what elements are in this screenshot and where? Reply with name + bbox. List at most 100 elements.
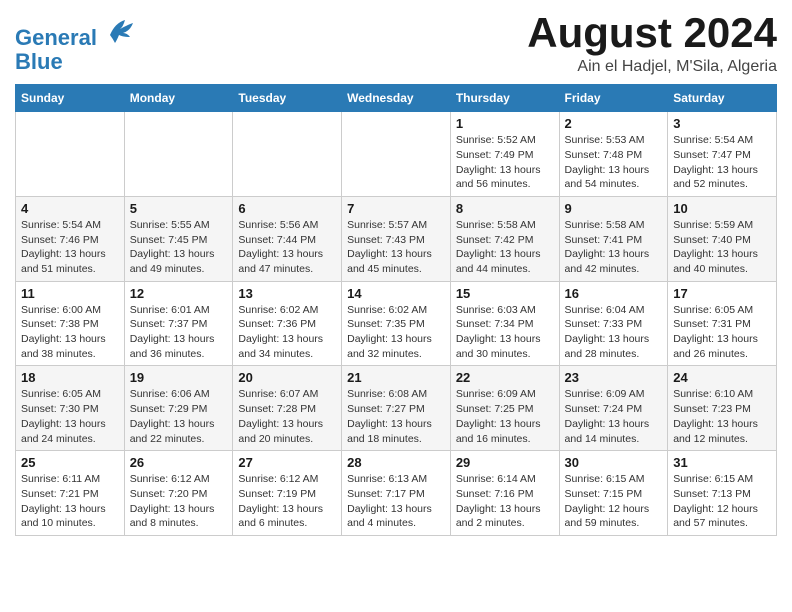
- calendar-cell: [342, 112, 451, 197]
- calendar-cell: 3 Sunrise: 5:54 AM Sunset: 7:47 PM Daylig…: [668, 112, 777, 197]
- day-number: 18: [21, 370, 119, 385]
- weekday-header-thursday: Thursday: [450, 85, 559, 112]
- weekday-header-sunday: Sunday: [16, 85, 125, 112]
- day-info: Sunrise: 5:55 AM Sunset: 7:45 PM Dayligh…: [130, 218, 228, 277]
- day-info: Sunrise: 5:54 AM Sunset: 7:47 PM Dayligh…: [673, 133, 771, 192]
- calendar-cell: 9 Sunrise: 5:58 AM Sunset: 7:41 PM Daylig…: [559, 196, 668, 281]
- day-number: 2: [565, 116, 663, 131]
- week-row-2: 4 Sunrise: 5:54 AM Sunset: 7:46 PM Daylig…: [16, 196, 777, 281]
- day-info: Sunrise: 6:12 AM Sunset: 7:20 PM Dayligh…: [130, 472, 228, 531]
- day-info: Sunrise: 5:58 AM Sunset: 7:42 PM Dayligh…: [456, 218, 554, 277]
- day-info: Sunrise: 6:09 AM Sunset: 7:25 PM Dayligh…: [456, 387, 554, 446]
- day-number: 7: [347, 201, 445, 216]
- day-number: 20: [238, 370, 336, 385]
- day-number: 21: [347, 370, 445, 385]
- day-info: Sunrise: 6:10 AM Sunset: 7:23 PM Dayligh…: [673, 387, 771, 446]
- logo-blue: Blue: [15, 49, 63, 74]
- day-info: Sunrise: 6:14 AM Sunset: 7:16 PM Dayligh…: [456, 472, 554, 531]
- calendar-cell: 12 Sunrise: 6:01 AM Sunset: 7:37 PM Dayli…: [124, 281, 233, 366]
- day-info: Sunrise: 6:02 AM Sunset: 7:35 PM Dayligh…: [347, 303, 445, 362]
- calendar-cell: 5Sunrise: 5:55 AM Sunset: 7:45 PM Daylig…: [124, 196, 233, 281]
- day-number: 4: [21, 201, 119, 216]
- logo: General Blue: [15, 15, 135, 74]
- calendar-cell: 2 Sunrise: 5:53 AM Sunset: 7:48 PM Daylig…: [559, 112, 668, 197]
- day-number: 24: [673, 370, 771, 385]
- day-number: 9: [565, 201, 663, 216]
- calendar-cell: 17 Sunrise: 6:05 AM Sunset: 7:31 PM Dayli…: [668, 281, 777, 366]
- day-number: 26: [130, 455, 228, 470]
- month-title: August 2024: [527, 10, 777, 56]
- day-number: 3: [673, 116, 771, 131]
- day-number: 23: [565, 370, 663, 385]
- day-info: Sunrise: 6:00 AM Sunset: 7:38 PM Dayligh…: [21, 303, 119, 362]
- day-number: 10: [673, 201, 771, 216]
- day-info: Sunrise: 6:05 AM Sunset: 7:31 PM Dayligh…: [673, 303, 771, 362]
- day-info: Sunrise: 6:09 AM Sunset: 7:24 PM Dayligh…: [565, 387, 663, 446]
- day-number: 14: [347, 286, 445, 301]
- day-number: 29: [456, 455, 554, 470]
- logo-bird-icon: [105, 15, 135, 45]
- calendar-table: SundayMondayTuesdayWednesdayThursdayFrid…: [15, 84, 777, 536]
- day-number: 28: [347, 455, 445, 470]
- day-number: 8: [456, 201, 554, 216]
- day-info: Sunrise: 6:13 AM Sunset: 7:17 PM Dayligh…: [347, 472, 445, 531]
- calendar-cell: 20Sunrise: 6:07 AM Sunset: 7:28 PM Dayli…: [233, 366, 342, 451]
- week-row-5: 25 Sunrise: 6:11 AM Sunset: 7:21 PM Dayli…: [16, 451, 777, 536]
- day-number: 31: [673, 455, 771, 470]
- calendar-cell: [16, 112, 125, 197]
- calendar-cell: [233, 112, 342, 197]
- calendar-cell: 6Sunrise: 5:56 AM Sunset: 7:44 PM Daylig…: [233, 196, 342, 281]
- day-info: Sunrise: 6:02 AM Sunset: 7:36 PM Dayligh…: [238, 303, 336, 362]
- calendar-cell: 22 Sunrise: 6:09 AM Sunset: 7:25 PM Dayli…: [450, 366, 559, 451]
- day-number: 17: [673, 286, 771, 301]
- calendar-cell: 11 Sunrise: 6:00 AM Sunset: 7:38 PM Dayli…: [16, 281, 125, 366]
- day-info: Sunrise: 6:12 AM Sunset: 7:19 PM Dayligh…: [238, 472, 336, 531]
- day-number: 16: [565, 286, 663, 301]
- calendar-cell: 18Sunrise: 6:05 AM Sunset: 7:30 PM Dayli…: [16, 366, 125, 451]
- calendar-cell: 4 Sunrise: 5:54 AM Sunset: 7:46 PM Daylig…: [16, 196, 125, 281]
- weekday-header-monday: Monday: [124, 85, 233, 112]
- day-info: Sunrise: 6:15 AM Sunset: 7:13 PM Dayligh…: [673, 472, 771, 531]
- logo-general: General: [15, 25, 97, 50]
- calendar-cell: 21Sunrise: 6:08 AM Sunset: 7:27 PM Dayli…: [342, 366, 451, 451]
- location: Ain el Hadjel, M'Sila, Algeria: [527, 58, 777, 76]
- calendar-cell: [124, 112, 233, 197]
- calendar-cell: 19 Sunrise: 6:06 AM Sunset: 7:29 PM Dayli…: [124, 366, 233, 451]
- day-number: 11: [21, 286, 119, 301]
- day-number: 22: [456, 370, 554, 385]
- day-info: Sunrise: 6:15 AM Sunset: 7:15 PM Dayligh…: [565, 472, 663, 531]
- day-info: Sunrise: 5:59 AM Sunset: 7:40 PM Dayligh…: [673, 218, 771, 277]
- day-number: 27: [238, 455, 336, 470]
- calendar-cell: 25 Sunrise: 6:11 AM Sunset: 7:21 PM Dayli…: [16, 451, 125, 536]
- calendar-cell: 23 Sunrise: 6:09 AM Sunset: 7:24 PM Dayli…: [559, 366, 668, 451]
- day-info: Sunrise: 6:06 AM Sunset: 7:29 PM Dayligh…: [130, 387, 228, 446]
- weekday-header-friday: Friday: [559, 85, 668, 112]
- week-row-1: 1Sunrise: 5:52 AM Sunset: 7:49 PM Daylig…: [16, 112, 777, 197]
- title-section: August 2024 Ain el Hadjel, M'Sila, Alger…: [527, 10, 777, 76]
- week-row-4: 18Sunrise: 6:05 AM Sunset: 7:30 PM Dayli…: [16, 366, 777, 451]
- day-info: Sunrise: 6:03 AM Sunset: 7:34 PM Dayligh…: [456, 303, 554, 362]
- day-info: Sunrise: 6:11 AM Sunset: 7:21 PM Dayligh…: [21, 472, 119, 531]
- day-info: Sunrise: 6:01 AM Sunset: 7:37 PM Dayligh…: [130, 303, 228, 362]
- day-info: Sunrise: 6:04 AM Sunset: 7:33 PM Dayligh…: [565, 303, 663, 362]
- calendar-cell: 26 Sunrise: 6:12 AM Sunset: 7:20 PM Dayli…: [124, 451, 233, 536]
- calendar-cell: 24 Sunrise: 6:10 AM Sunset: 7:23 PM Dayli…: [668, 366, 777, 451]
- page-header: General Blue August 2024 Ain el Hadjel, …: [15, 10, 777, 76]
- day-number: 13: [238, 286, 336, 301]
- day-info: Sunrise: 5:58 AM Sunset: 7:41 PM Dayligh…: [565, 218, 663, 277]
- calendar-cell: 13 Sunrise: 6:02 AM Sunset: 7:36 PM Dayli…: [233, 281, 342, 366]
- calendar-cell: 7 Sunrise: 5:57 AM Sunset: 7:43 PM Daylig…: [342, 196, 451, 281]
- day-number: 12: [130, 286, 228, 301]
- weekday-header-row: SundayMondayTuesdayWednesdayThursdayFrid…: [16, 85, 777, 112]
- calendar-cell: 29 Sunrise: 6:14 AM Sunset: 7:16 PM Dayli…: [450, 451, 559, 536]
- day-info: Sunrise: 5:53 AM Sunset: 7:48 PM Dayligh…: [565, 133, 663, 192]
- day-info: Sunrise: 5:57 AM Sunset: 7:43 PM Dayligh…: [347, 218, 445, 277]
- day-number: 1: [456, 116, 554, 131]
- week-row-3: 11 Sunrise: 6:00 AM Sunset: 7:38 PM Dayli…: [16, 281, 777, 366]
- day-number: 30: [565, 455, 663, 470]
- day-info: Sunrise: 5:54 AM Sunset: 7:46 PM Dayligh…: [21, 218, 119, 277]
- day-number: 19: [130, 370, 228, 385]
- day-number: 25: [21, 455, 119, 470]
- weekday-header-saturday: Saturday: [668, 85, 777, 112]
- weekday-header-wednesday: Wednesday: [342, 85, 451, 112]
